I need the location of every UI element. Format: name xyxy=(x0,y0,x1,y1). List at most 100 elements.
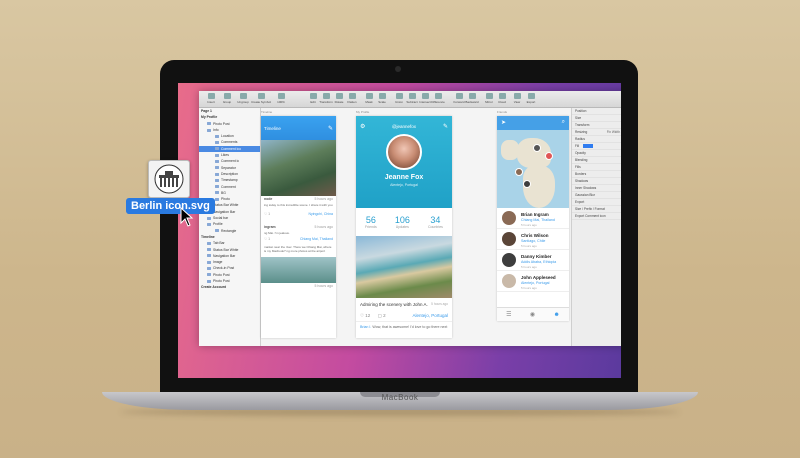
profile-avatar[interactable] xyxy=(386,134,422,170)
profile-header: ⚙ @jeannefox ✎ Jeanne Fox Alentejo, Port… xyxy=(356,116,452,208)
inspector-label: Fills xyxy=(575,165,581,169)
location-arrow-icon[interactable]: ➤ xyxy=(501,119,506,126)
inspector-row[interactable]: Position277 / 221.5 xyxy=(572,108,621,115)
toolbar-label: 100% xyxy=(277,100,285,104)
friends-map[interactable]: ➤ ⌕ xyxy=(497,116,569,208)
inspector-label: Inner Shadows xyxy=(575,186,597,190)
layer-label: Image xyxy=(213,260,223,265)
contact-avatar[interactable] xyxy=(502,253,516,267)
contact-row[interactable]: Danny Kimber Addis Ababa, Ethiopia 5 hours… xyxy=(497,250,569,271)
map-nav-bar: ➤ ⌕ xyxy=(497,116,569,130)
tab-timeline-icon[interactable]: ☰ xyxy=(506,311,511,318)
edit-icon[interactable]: ✎ xyxy=(443,123,448,130)
dragged-file-label[interactable]: Berlin icon.svg xyxy=(126,198,215,214)
map-pin[interactable] xyxy=(545,152,553,160)
folder-icon xyxy=(207,241,211,245)
tab-profile-icon[interactable]: ◉ xyxy=(530,311,535,318)
toolbar-ungroup-button[interactable]: Ungroup xyxy=(233,93,253,104)
post-text: market near the river. There we Chiang M… xyxy=(264,245,332,253)
inspector-row[interactable]: Size / Prefix / Format1x PNG xyxy=(572,206,621,213)
inspector-row[interactable]: Size12 × 14 xyxy=(572,115,621,122)
toolbar-symbol-button[interactable]: Create Symbol xyxy=(251,93,271,104)
comment-icon[interactable]: ♡ 1 xyxy=(264,237,270,241)
layer-label: My Profile xyxy=(201,115,218,120)
compose-icon[interactable]: ✎ xyxy=(328,125,333,132)
layer-label: Photo Post xyxy=(213,272,230,277)
inspector-row[interactable]: BlendingNormal xyxy=(572,157,621,164)
stat-countries[interactable]: 34 Countries xyxy=(428,215,443,229)
artboard-timeline[interactable]: Timeline ✎ node 5 hours ago ing today to … xyxy=(261,116,336,338)
contact-row[interactable]: Chris Wilson Santiago, Chile 5 hours ago xyxy=(497,229,569,250)
inspector-row[interactable]: Gaussian Blur xyxy=(572,192,621,199)
caption-text: Admiring the scenery with John A. xyxy=(360,302,428,307)
inspector-label: Transform xyxy=(575,123,590,127)
contact-avatar[interactable] xyxy=(502,211,516,225)
post-location[interactable]: Chiang Mai, Thailand xyxy=(300,237,333,241)
post-time: 5 hours ago xyxy=(314,197,334,201)
layer-label: Info xyxy=(213,127,219,132)
inspector-row[interactable]: Fill xyxy=(572,143,621,150)
artboard-profile[interactable]: ⚙ @jeannefox ✎ Jeanne Fox Alentejo, Port… xyxy=(356,116,452,338)
inspector-row[interactable]: Export Comment icon xyxy=(572,213,621,220)
inspector-row[interactable]: Transform0° xyxy=(572,122,621,129)
contact-row[interactable]: Brian Ingram Chiang Mai, Thailand 5 hours … xyxy=(497,208,569,229)
inspector-value[interactable]: Fix Width / Fix Height xyxy=(607,129,621,135)
canvas[interactable]: Timeline Timeline ✎ node 5 hours ago ing … xyxy=(261,108,571,346)
stat-friends[interactable]: 56 Friends xyxy=(365,215,377,229)
stat-updates[interactable]: 106 Updates xyxy=(395,215,410,229)
layer-item[interactable]: Create Account xyxy=(199,284,260,290)
comment-author[interactable]: Brian I. xyxy=(360,325,371,329)
map-pin[interactable] xyxy=(523,180,531,188)
camera xyxy=(395,66,401,72)
inspector-row[interactable]: Resizing Fix Width / Fix Height xyxy=(572,129,621,136)
like-icon[interactable]: ♡ 12 xyxy=(360,313,370,318)
tab-friends-icon[interactable]: ☻ xyxy=(554,312,560,318)
toolbar-difference-button[interactable]: Difference xyxy=(428,93,448,104)
berlin-icon[interactable] xyxy=(148,160,190,198)
layer-label: Social bar xyxy=(213,216,229,221)
contact-location[interactable]: Addis Ababa, Ethiopia xyxy=(521,260,556,264)
contact-avatar[interactable] xyxy=(502,232,516,246)
layer-label: Create Account xyxy=(201,285,226,290)
layer-label: Comment ic xyxy=(221,159,240,164)
map-pin[interactable] xyxy=(533,144,541,152)
comment-icon[interactable]: ▢ 2 xyxy=(378,313,386,318)
folder-icon xyxy=(207,273,211,277)
post-footer: ♡ 1 Chiang Mai, Thailand xyxy=(261,236,336,243)
search-icon[interactable]: ⌕ xyxy=(562,119,565,126)
photo-location[interactable]: Alentejo, Portugal xyxy=(412,313,448,318)
laptop-lid: Insert Group Ungroup Create Symbol 100% Edit T… xyxy=(160,60,638,392)
post-location[interactable]: Nyingchi, China xyxy=(308,212,333,216)
layer-icon xyxy=(215,153,219,157)
contact-location[interactable]: Santiago, Chile xyxy=(521,239,545,243)
contact-row[interactable]: John Appleseed Alentejo, Portugal 5 hours … xyxy=(497,271,569,292)
toolbar-zoom-button[interactable]: 100% xyxy=(271,93,291,104)
photo-comment: Brian I. Wow, that is awesome! I'd love … xyxy=(356,321,452,332)
folder-icon xyxy=(207,122,211,126)
profile-photo-coast xyxy=(356,236,452,298)
fill-swatch[interactable] xyxy=(583,144,594,149)
inspector-row[interactable]: Opacity100% xyxy=(572,150,621,157)
folder-icon xyxy=(207,254,211,258)
inspector-row[interactable]: Inner Shadows xyxy=(572,185,621,192)
contact-location[interactable]: Chiang Mai, Thailand xyxy=(521,218,555,222)
toolbar-label: Flatten xyxy=(347,100,357,104)
toolbar-export-button[interactable]: Export xyxy=(521,93,541,104)
inspector-row[interactable]: Fills xyxy=(572,164,621,171)
contact-name: Brian Ingram xyxy=(521,212,549,217)
comment-icon[interactable]: ♡ 1 xyxy=(264,212,270,216)
contact-avatar[interactable] xyxy=(502,274,516,288)
map-pin[interactable] xyxy=(515,168,523,176)
inspector-row[interactable]: Radius0 xyxy=(572,136,621,143)
inspector-row[interactable]: Borders xyxy=(572,171,621,178)
artboard-friends[interactable]: ➤ ⌕ Brian Ingram Chiang Mai, Thailand 5 ho… xyxy=(497,116,569,321)
toolbar-label: Cloud xyxy=(498,100,506,104)
folder-icon xyxy=(207,216,211,220)
layer-label: Separator xyxy=(221,165,236,170)
timeline-nav-title: Timeline xyxy=(264,126,281,131)
toolbar-label: Difference xyxy=(431,100,445,104)
view-icon xyxy=(513,93,521,99)
contact-location[interactable]: Alentejo, Portugal xyxy=(521,281,549,285)
inspector-row[interactable]: Export xyxy=(572,199,621,206)
inspector-row[interactable]: Shadows xyxy=(572,178,621,185)
